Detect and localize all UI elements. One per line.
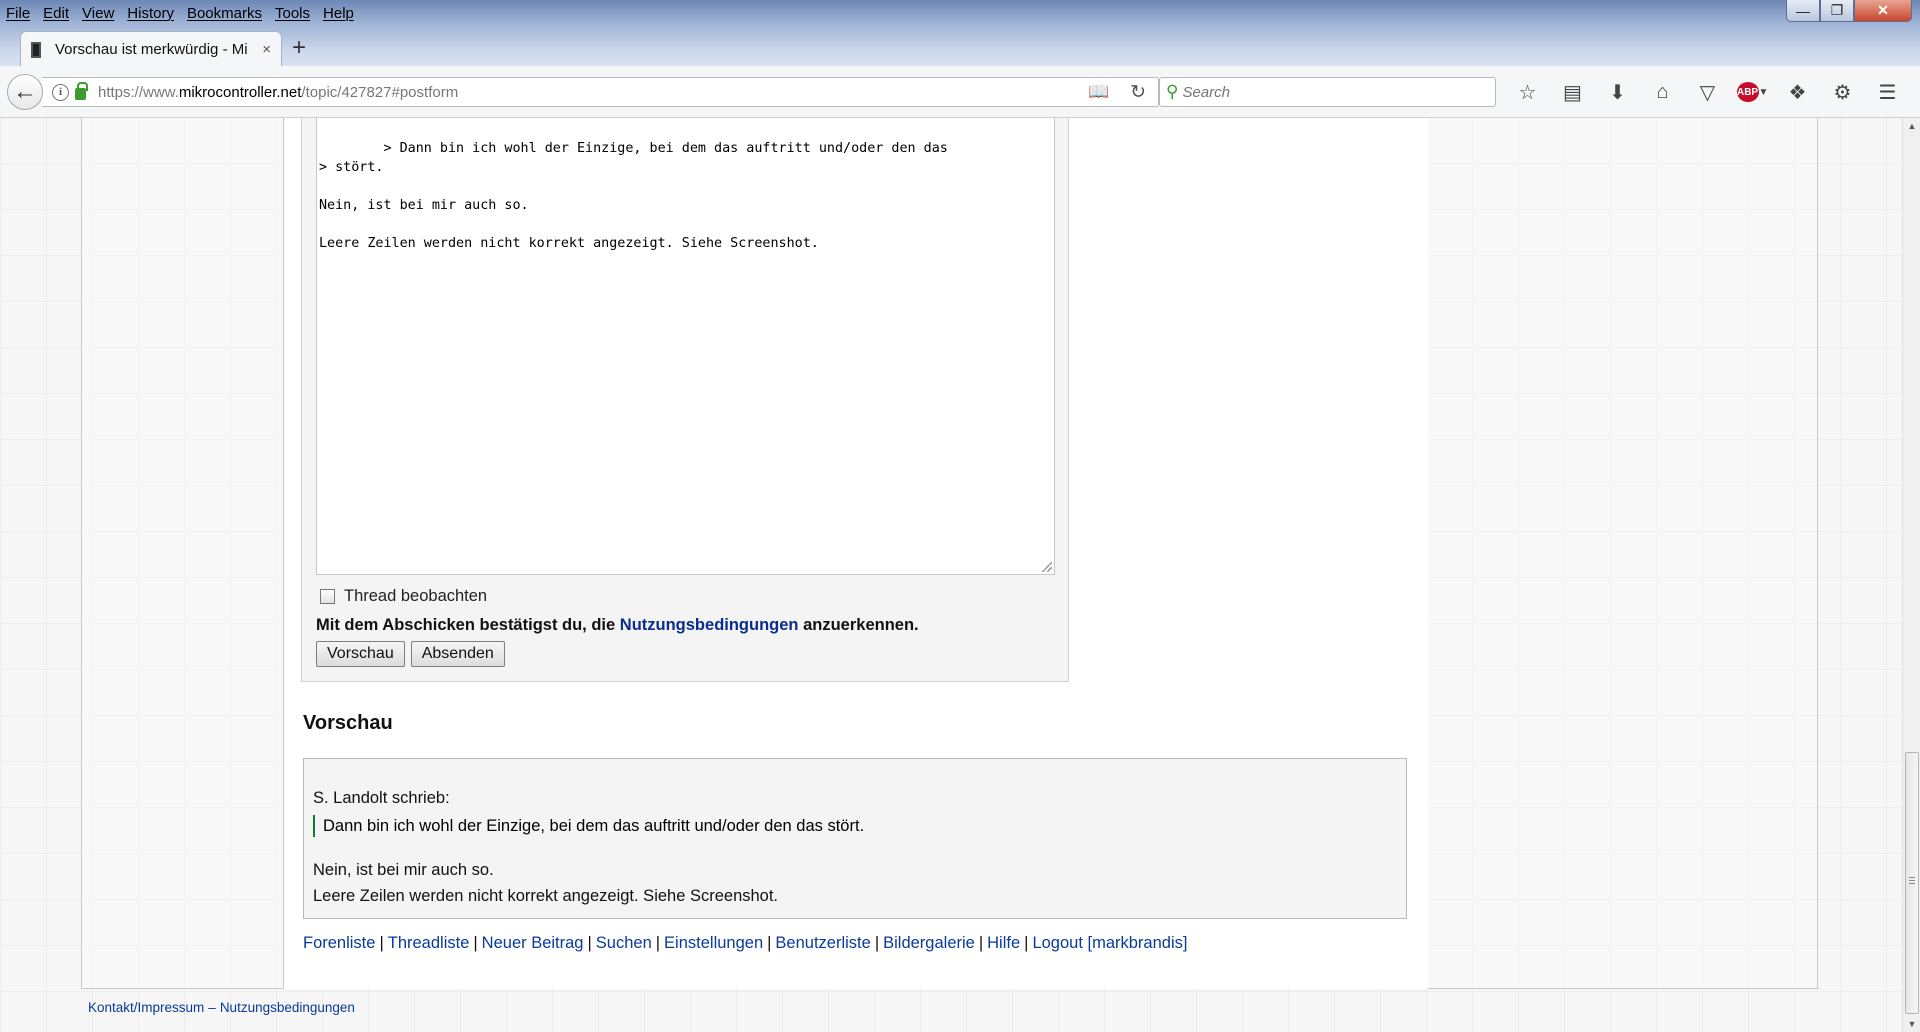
nav-link-bildergalerie[interactable]: Bildergalerie — [883, 934, 975, 952]
menu-help[interactable]: Help — [323, 5, 354, 22]
nav-link-neuer-beitrag[interactable]: Neuer Beitrag — [482, 934, 584, 952]
url-path: /topic/427827#postform — [301, 83, 459, 101]
submit-button[interactable]: Absenden — [410, 641, 505, 667]
star-icon[interactable]: ☆ — [1505, 77, 1550, 107]
adblock-icon-wrap[interactable]: ABP ▼ — [1730, 77, 1775, 107]
quote-author: S. Landolt schrieb: — [313, 789, 450, 807]
tab-close-icon[interactable]: × — [262, 41, 271, 58]
post-form: > Dann bin ich wohl der Einzige, bei dem… — [301, 118, 1069, 682]
preview-heading: Vorschau — [303, 712, 393, 734]
terms-text-before: Mit dem Abschicken bestätigst du, die — [316, 616, 620, 634]
close-window-button[interactable]: ✕ — [1854, 0, 1912, 22]
nav-separator: | — [587, 934, 592, 952]
scroll-down-icon[interactable]: ▼ — [1903, 1016, 1920, 1032]
url-domain: mikrocontroller.net — [178, 83, 302, 101]
url-prefix: https://www. — [98, 83, 179, 101]
extension-icon[interactable]: ❖ — [1775, 77, 1820, 107]
nav-link-logout[interactable]: Logout [markbrandis] — [1032, 934, 1187, 952]
tab-active[interactable]: Vorschau ist merkwürdig - Mi × — [20, 31, 282, 67]
left-decor-column — [81, 118, 284, 989]
nav-link-benutzerliste[interactable]: Benutzerliste — [775, 934, 870, 952]
terms-notice: Mit dem Abschicken bestätigst du, die Nu… — [316, 616, 919, 635]
back-button[interactable]: ← — [7, 74, 43, 110]
nav-separator: | — [978, 934, 984, 952]
menu-icon[interactable]: ☰ — [1865, 77, 1910, 107]
search-bar[interactable]: ⚲ — [1159, 77, 1496, 107]
nav-link-threadliste[interactable]: Threadliste — [388, 934, 470, 952]
nav-separator: | — [379, 934, 384, 952]
terms-text-after: anzuerkennen. — [798, 616, 919, 634]
site-info-icon[interactable]: i — [52, 83, 69, 101]
search-input[interactable] — [1182, 83, 1463, 101]
home-icon[interactable]: ⌂ — [1640, 77, 1685, 107]
download-icon[interactable]: ⬇ — [1595, 77, 1640, 107]
form-buttons: Vorschau Absenden — [316, 641, 511, 667]
pocket-icon[interactable]: ▽ — [1685, 77, 1730, 107]
lock-icon — [75, 82, 88, 100]
preview-button[interactable]: Vorschau — [316, 641, 405, 667]
menu-bookmarks[interactable]: Bookmarks — [187, 5, 262, 22]
search-icon: ⚲ — [1166, 82, 1179, 101]
adblock-icon: ABP — [1736, 82, 1759, 102]
main-content: > Dann bin ich wohl der Einzige, bei dem… — [284, 118, 1428, 989]
nav-link-forenliste[interactable]: Forenliste — [303, 934, 375, 952]
nav-separator: | — [473, 934, 478, 952]
preview-line-2: Leere Zeilen werden nicht korrekt angeze… — [313, 887, 779, 905]
scroll-up-icon[interactable]: ▲ — [1903, 118, 1920, 134]
address-bar[interactable]: i https://www.mikrocontroller.net/topic/… — [42, 77, 1159, 107]
page-viewport: > Dann bin ich wohl der Einzige, bei dem… — [0, 118, 1902, 1032]
back-arrow-icon: ← — [13, 78, 37, 105]
preview-line-1: Nein, ist bei mir auch so. — [313, 861, 494, 879]
tab-title: Vorschau ist merkwürdig - Mi — [55, 41, 248, 58]
menu-tools[interactable]: Tools — [275, 5, 310, 22]
reading-list-icon[interactable]: ▤ — [1550, 77, 1595, 107]
nav-link-hilfe[interactable]: Hilfe — [987, 934, 1020, 952]
menu-edit[interactable]: Edit — [43, 5, 69, 22]
menu-view[interactable]: View — [82, 5, 114, 22]
watch-thread-option[interactable]: Thread beobachten — [320, 587, 487, 606]
message-text: > Dann bin ich wohl der Einzige, bei dem… — [319, 141, 948, 251]
navigation-toolbar: i https://www.mikrocontroller.net/topic/… — [0, 66, 1920, 118]
reader-view-icon[interactable]: 📖 — [1088, 82, 1110, 102]
forum-footer-nav: Forenliste | Threadliste | Neuer Beitrag | Suc… — [303, 934, 1187, 953]
nav-separator: | — [655, 934, 661, 952]
nav-separator: | — [767, 934, 772, 952]
minimize-button[interactable]: — — [1786, 0, 1820, 22]
window-controls: — ❐ ✕ — [1786, 0, 1912, 22]
footer-terms-link[interactable]: Nutzungsbedingungen — [220, 1000, 355, 1015]
addon-icon[interactable]: ⚙ — [1820, 77, 1865, 107]
quote-block: Dann bin ich wohl der Einzige, bei dem d… — [313, 815, 1406, 837]
preview-box: S. Landolt schrieb: Dann bin ich wohl de… — [303, 758, 1407, 919]
nav-link-einstellungen[interactable]: Einstellungen — [664, 934, 763, 952]
resize-handle-icon[interactable] — [1042, 562, 1052, 572]
nav-separator: | — [874, 934, 880, 952]
contact-link[interactable]: Kontakt/Impressum — [88, 1000, 204, 1015]
title-bar: File Edit View History Bookmarks Tools H… — [0, 0, 1920, 66]
page-scrollbar[interactable]: ▲ ▼ — [1902, 118, 1920, 1032]
restore-button[interactable]: ❐ — [1820, 0, 1854, 22]
toolbar-icons: ☆ ▤ ⬇ ⌂ ▽ ABP ▼ ❖ ⚙ ☰ — [1505, 77, 1910, 107]
menu-bar: File Edit View History Bookmarks Tools H… — [0, 0, 367, 26]
nav-link-suchen[interactable]: Suchen — [596, 934, 652, 952]
scrollbar-thumb[interactable] — [1905, 752, 1919, 1014]
menu-file[interactable]: File — [6, 5, 30, 22]
right-decor-column — [1427, 118, 1818, 989]
nav-separator: | — [1024, 934, 1029, 952]
watch-thread-label: Thread beobachten — [344, 587, 488, 605]
new-tab-button[interactable]: + — [292, 34, 306, 62]
chevron-down-icon: ▼ — [1758, 86, 1769, 98]
site-favicon-icon — [31, 41, 41, 58]
footer-dash: – — [208, 1000, 216, 1015]
message-textarea[interactable]: > Dann bin ich wohl der Einzige, bei dem… — [316, 118, 1055, 575]
site-footer-links: Kontakt/Impressum – Nutzungsbedingungen — [88, 1000, 355, 1015]
terms-link[interactable]: Nutzungsbedingungen — [620, 616, 799, 634]
menu-history[interactable]: History — [127, 5, 174, 22]
watch-thread-checkbox[interactable] — [320, 589, 335, 604]
reload-icon[interactable]: ↻ — [1130, 81, 1146, 104]
url-text[interactable]: https://www.mikrocontroller.net/topic/42… — [98, 84, 1088, 101]
